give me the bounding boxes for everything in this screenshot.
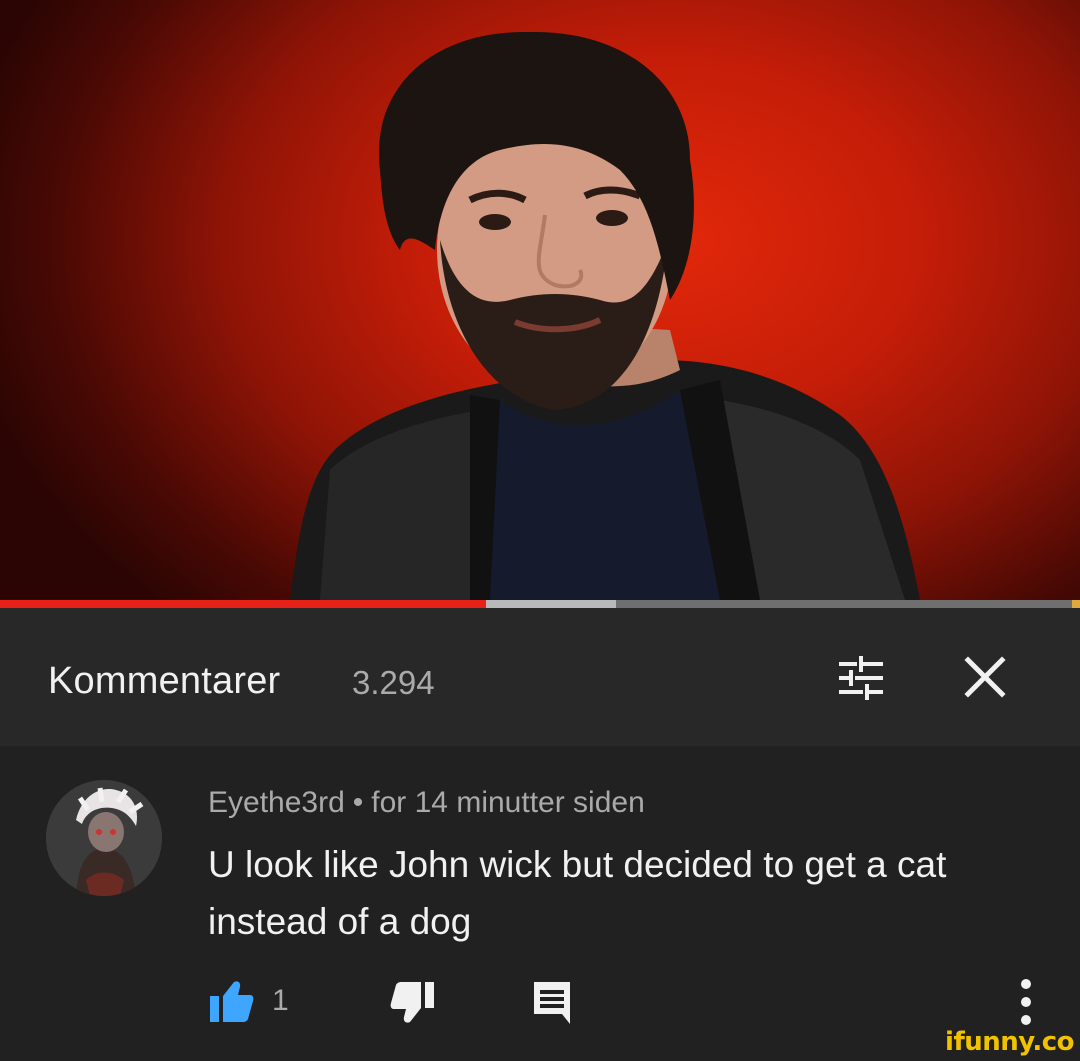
progress-played: [0, 600, 486, 608]
progress-endcap: [1072, 600, 1080, 608]
video-progress-bar[interactable]: [0, 600, 1080, 608]
comment-text: U look like John wick but decided to get…: [208, 844, 947, 942]
thumbs-up-icon[interactable]: [208, 978, 254, 1024]
like-count: 1: [272, 984, 289, 1017]
comment-item: Eyethe3rd • for 14 minutter siden U look l…: [0, 746, 1080, 1046]
close-icon[interactable]: [960, 652, 1010, 702]
video-player[interactable]: [0, 0, 1080, 600]
meta-separator: •: [352, 786, 364, 819]
comment-meta: Eyethe3rd • for 14 minutter siden: [208, 786, 645, 820]
avatar-image: [46, 780, 162, 896]
video-frame-image: [290, 31, 920, 600]
watermark-logo: ifunny.co: [945, 1027, 1074, 1057]
comments-header: Kommentarer 3.294: [0, 608, 1080, 746]
more-vertical-icon[interactable]: [1014, 976, 1038, 1028]
comments-title: Kommentarer: [48, 660, 281, 702]
thumbs-down-icon[interactable]: [390, 980, 436, 1026]
comment-actions: 1: [0, 978, 1080, 1038]
comment-author[interactable]: Eyethe3rd: [208, 786, 345, 819]
avatar[interactable]: [46, 780, 162, 896]
comments-count: 3.294: [352, 664, 435, 701]
sort-filter-icon[interactable]: [835, 652, 887, 704]
comment-timestamp: for 14 minutter siden: [371, 786, 645, 819]
reply-icon[interactable]: [530, 978, 574, 1024]
